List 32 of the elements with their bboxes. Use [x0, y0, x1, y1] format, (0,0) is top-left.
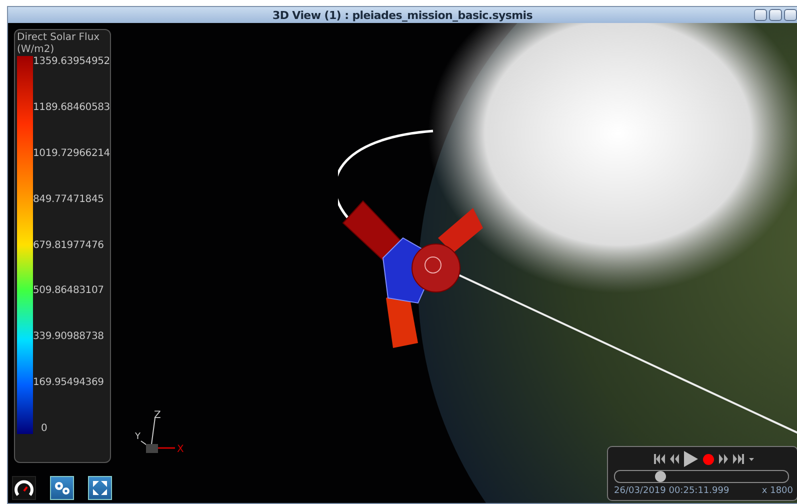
gears-icon [53, 479, 71, 497]
maximize-button[interactable] [784, 9, 797, 21]
fast-forward-button[interactable] [718, 454, 728, 464]
skip-start-button[interactable] [654, 454, 664, 464]
dropdown-caret-icon[interactable] [748, 458, 754, 460]
rewind-button[interactable] [670, 454, 678, 464]
settings-button[interactable] [50, 476, 74, 500]
legend-title: Direct Solar Flux (W/m2) [17, 32, 101, 56]
legend-tick-label: 849.77471845 [33, 194, 105, 205]
minimize-button[interactable] [754, 9, 767, 21]
legend-tick-label: 339.90988738 [33, 331, 105, 342]
legend-tick-label: 169.95494369 [33, 377, 105, 388]
date-time-label: 26/03/2019 00:25:11.999 [614, 486, 730, 496]
legend-tick-label: 1019.72966214 [33, 148, 110, 159]
axis-triad-drawing: Z Y X [133, 408, 188, 458]
legend-tick-label: 1359.63954952 [33, 56, 110, 67]
expand-icon [91, 479, 109, 497]
timeline-slider[interactable] [614, 470, 789, 483]
legend-tick-label: 509.86483107 [33, 285, 105, 296]
speedometer-button[interactable] [12, 476, 36, 500]
timeline-thumb[interactable] [654, 471, 666, 482]
record-button[interactable] [702, 454, 714, 464]
speed-label: x 1800 [762, 486, 793, 496]
skip-end-button[interactable] [732, 454, 744, 464]
fullscreen-button[interactable] [88, 476, 112, 500]
play-button[interactable] [684, 451, 698, 467]
legend-tick-label: 679.81977476 [33, 240, 105, 250]
legend-tick-label: 0 [40, 423, 48, 434]
speedometer-icon [14, 479, 34, 497]
restore-button[interactable] [769, 9, 782, 21]
window-title: 3D View (1) : pleiades_mission_basic.sysmis [272, 8, 533, 22]
legend-tick-label: 1189.68460583 [33, 102, 110, 113]
